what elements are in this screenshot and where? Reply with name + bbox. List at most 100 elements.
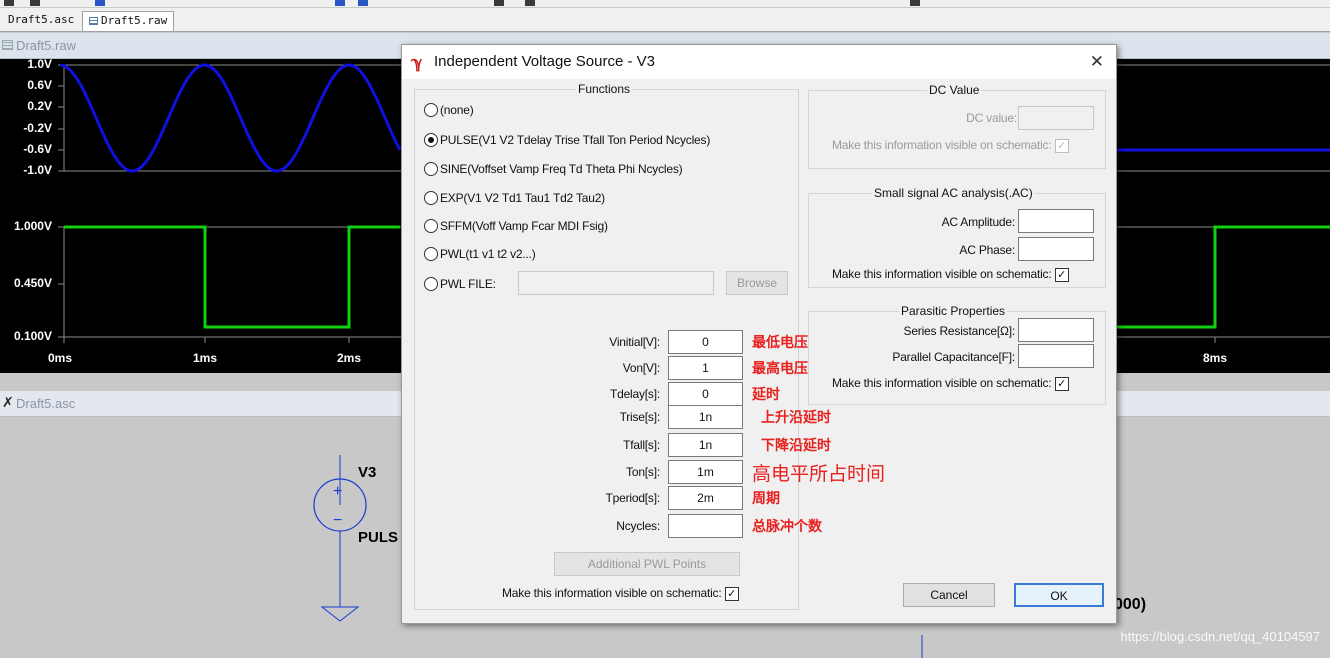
dc-visible-checkbox[interactable]: ✓ xyxy=(1054,138,1069,153)
param-field[interactable]: 0 xyxy=(668,330,743,354)
param-annotation: 高电平所占时间 xyxy=(752,463,886,485)
param-field[interactable]: 1n xyxy=(668,405,743,429)
param-field[interactable]: 2m xyxy=(668,486,743,510)
y-tick-label: 0.100V xyxy=(13,329,52,343)
toolbar-icon[interactable] xyxy=(30,0,40,6)
ac-analysis-legend: Small signal AC analysis(.AC) xyxy=(872,186,1035,200)
document-tabs: Draft5.asc Draft5.raw xyxy=(0,8,1330,32)
x-tick-label: 8ms xyxy=(1202,351,1228,365)
param-label: Tfall[s]: xyxy=(623,438,660,452)
y-tick-label: -0.2V xyxy=(23,121,52,135)
x-tick-label: 2ms xyxy=(336,351,362,365)
function-option[interactable]: (none) xyxy=(424,102,474,120)
function-option[interactable]: PWL FILE: xyxy=(424,276,496,294)
component-name[interactable]: V3 xyxy=(358,464,376,481)
param-label: Ton[s]: xyxy=(626,465,660,479)
parallel-capacitance-field[interactable] xyxy=(1018,344,1094,368)
radio-button[interactable] xyxy=(424,218,438,233)
param-field[interactable]: 1m xyxy=(668,460,743,484)
visible-on-schematic-label: Make this information visible on schemat… xyxy=(502,586,722,600)
radio-button[interactable] xyxy=(424,246,438,261)
function-option-label: EXP(V1 V2 Td1 Tau1 Td2 Tau2) xyxy=(440,190,605,205)
parasitic-legend: Parasitic Properties xyxy=(899,304,1008,318)
pwl-file-field[interactable] xyxy=(518,271,714,295)
toolbar-icon[interactable] xyxy=(95,0,105,6)
close-icon[interactable]: ✕ xyxy=(1090,52,1104,72)
radio-button[interactable] xyxy=(424,190,438,205)
ac-phase-label: AC Phase: xyxy=(959,243,1015,257)
ground-symbol xyxy=(320,606,360,622)
ac-phase-field[interactable] xyxy=(1018,237,1094,261)
dialog-titlebar[interactable]: ℽ Independent Voltage Source - V3 ✕ xyxy=(402,45,1116,79)
browse-button[interactable]: Browse xyxy=(726,271,788,295)
series-resistance-label: Series Resistance[Ω]: xyxy=(903,324,1016,338)
ok-button[interactable]: OK xyxy=(1014,583,1104,607)
function-option-label: PWL(t1 v1 t2 v2...) xyxy=(440,246,536,261)
waveform-icon xyxy=(89,17,98,25)
param-label: Tperiod[s]: xyxy=(605,491,661,505)
minus-sign: − xyxy=(333,512,342,529)
ac-amplitude-field[interactable] xyxy=(1018,209,1094,233)
component-value[interactable]: PULS xyxy=(358,529,398,546)
dc-value-legend: DC Value xyxy=(927,83,982,97)
visible-on-schematic-row: Make this information visible on schemat… xyxy=(502,586,739,601)
dialog-title: Independent Voltage Source - V3 xyxy=(434,53,656,70)
parasitic-visible-checkbox[interactable]: ✓ xyxy=(1054,376,1069,391)
ac-visible-label: Make this information visible on schemat… xyxy=(832,267,1052,281)
param-annotation: 下降沿延时 xyxy=(761,438,831,454)
dc-visible-row: Make this information visible on schemat… xyxy=(832,138,1069,153)
function-option[interactable]: SFFM(Voff Vamp Fcar MDI Fsig) xyxy=(424,218,608,236)
param-field[interactable]: 0 xyxy=(668,382,743,406)
dc-visible-label: Make this information visible on schemat… xyxy=(832,138,1052,152)
function-option[interactable]: PULSE(V1 V2 Tdelay Trise Tfall Ton Perio… xyxy=(424,132,710,150)
param-label: Trise[s]: xyxy=(619,410,661,424)
toolbar-icon[interactable] xyxy=(494,0,504,6)
sine-series-line xyxy=(59,63,402,173)
tab-label: Draft5.raw xyxy=(101,14,168,27)
ac-visible-row: Make this information visible on schemat… xyxy=(832,267,1069,282)
series-resistance-field[interactable] xyxy=(1018,318,1094,342)
function-option[interactable]: PWL(t1 v1 t2 v2...) xyxy=(424,246,536,264)
cancel-button[interactable]: Cancel xyxy=(903,583,995,607)
toolbar-icon[interactable] xyxy=(4,0,14,6)
function-option-label: (none) xyxy=(440,102,474,117)
toolbar-icon[interactable] xyxy=(910,0,920,6)
param-label: Von[V]: xyxy=(622,361,660,375)
toolbar-icon[interactable] xyxy=(335,0,345,6)
waveform-icon xyxy=(2,40,13,50)
toolbar-icon[interactable] xyxy=(525,0,535,6)
radio-button[interactable] xyxy=(424,276,438,291)
param-field[interactable]: 1n xyxy=(668,433,743,457)
param-annotation: 总脉冲个数 xyxy=(752,519,822,535)
x-tick-label: 0ms xyxy=(47,351,73,365)
visible-on-schematic-checkbox[interactable]: ✓ xyxy=(724,586,739,601)
param-label: Ncycles: xyxy=(616,519,660,533)
tab-draft5-asc[interactable]: Draft5.asc xyxy=(2,11,81,31)
param-field[interactable] xyxy=(668,514,743,538)
param-label: Tdelay[s]: xyxy=(609,387,660,401)
param-label: Vinitial[V]: xyxy=(609,335,660,349)
radio-button[interactable] xyxy=(424,132,438,147)
function-option[interactable]: EXP(V1 V2 Td1 Tau1 Td2 Tau2) xyxy=(424,190,605,208)
additional-pwl-points-button[interactable]: Additional PWL Points xyxy=(554,552,740,576)
tab-draft5-raw[interactable]: Draft5.raw xyxy=(82,11,175,31)
toolbar-icon[interactable] xyxy=(358,0,368,6)
param-field[interactable]: 1 xyxy=(668,356,743,380)
schematic-window-title: Draft5.asc xyxy=(16,396,76,411)
toolbar xyxy=(0,0,1330,8)
function-option[interactable]: SINE(Voffset Vamp Freq Td Theta Phi Ncyc… xyxy=(424,161,683,179)
param-annotation: 最高电压 xyxy=(752,361,808,377)
partial-value-text: 000) xyxy=(1114,596,1147,613)
pulse-series-line-right xyxy=(1117,225,1330,329)
ac-visible-checkbox[interactable]: ✓ xyxy=(1054,267,1069,282)
y-tick-label: 0.6V xyxy=(27,78,52,92)
param-annotation: 延时 xyxy=(752,387,780,403)
radio-button[interactable] xyxy=(424,161,438,176)
param-annotation: 周期 xyxy=(752,491,780,507)
function-option-label: SINE(Voffset Vamp Freq Td Theta Phi Ncyc… xyxy=(440,161,683,176)
function-option-label: SFFM(Voff Vamp Fcar MDI Fsig) xyxy=(440,218,608,233)
watermark: https://blog.csdn.net/qq_40104597 xyxy=(1120,629,1321,644)
y-tick-label: 1.0V xyxy=(27,57,52,71)
dc-value-field[interactable] xyxy=(1018,106,1094,130)
radio-button[interactable] xyxy=(424,102,438,117)
